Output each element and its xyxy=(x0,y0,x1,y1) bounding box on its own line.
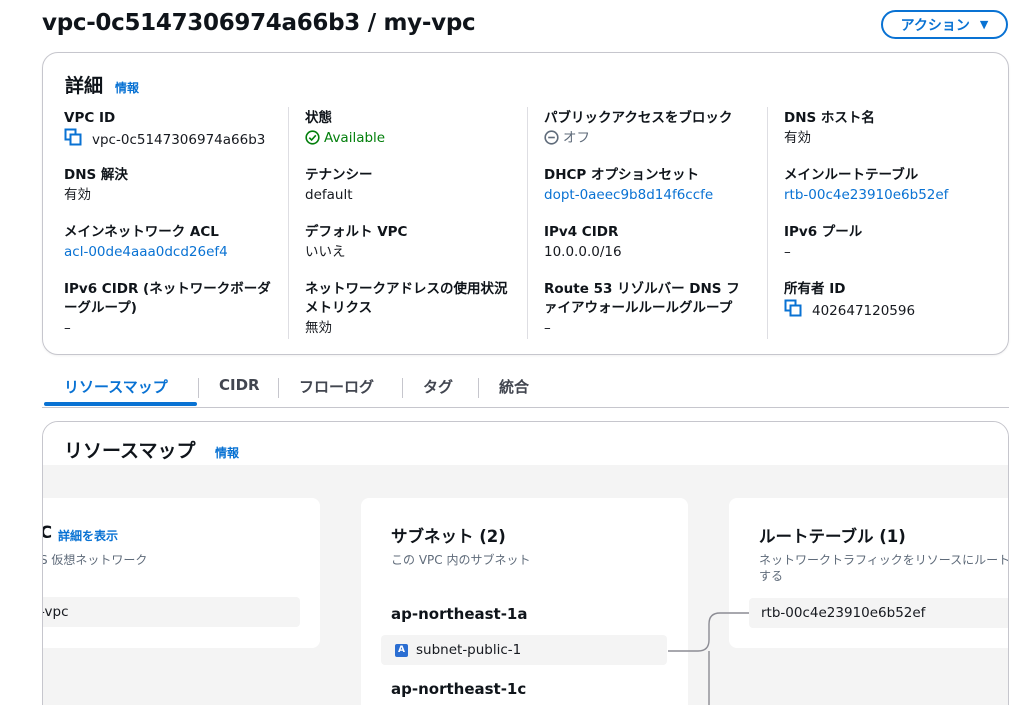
field-block-public-access: パブリックアクセスをブロック オフ xyxy=(544,109,754,151)
field-route53-dns-firewall: Route 53 リゾルバー DNS ファイアウォールルールグループ – xyxy=(544,280,749,338)
field-label: デフォルト VPC xyxy=(305,224,408,240)
details-column-3: パブリックアクセスをブロック オフ DHCP オプションセット dopt-0ae… xyxy=(527,107,740,339)
field-label: Route 53 リゾルバー DNS ファイアウォールルールグループ xyxy=(544,281,740,316)
field-owner-id: 所有者 ID 402647120596 xyxy=(784,280,994,323)
field-label: IPv6 CIDR (ネットワークボーダーグループ) xyxy=(64,281,271,316)
state-value: Available xyxy=(324,130,386,146)
dns-resolution-value: 有効 xyxy=(64,187,91,203)
default-vpc-value: いいえ xyxy=(305,244,346,260)
field-label: 所有者 ID xyxy=(784,281,846,297)
field-main-route-table: メインルートテーブル rtb-00c4e23910e6b52ef xyxy=(784,166,994,205)
field-label: メインネットワーク ACL xyxy=(64,224,219,240)
field-label: 状態 xyxy=(305,110,332,126)
field-label: DNS 解決 xyxy=(64,167,128,183)
field-state: 状態 Available xyxy=(305,109,515,151)
field-label: IPv4 CIDR xyxy=(544,224,619,240)
tab-divider xyxy=(198,378,199,398)
tab-bar: リソースマップ CIDR フローログ タグ 統合 xyxy=(42,372,1009,408)
field-ipv6-pool: IPv6 プール – xyxy=(784,223,994,262)
owner-id-value: 402647120596 xyxy=(812,303,916,319)
details-column-4: DNS ホスト名 有効 メインルートテーブル rtb-00c4e23910e6b… xyxy=(767,107,948,339)
ipv6-cidr-value: – xyxy=(64,320,71,336)
dhcp-option-set-link[interactable]: dopt-0aeec9b8d14f6ccfe xyxy=(544,185,754,205)
details-info-link[interactable]: 情報 xyxy=(115,79,139,96)
caret-down-icon: ▼ xyxy=(979,18,989,31)
subnet-to-route-connector xyxy=(668,612,749,652)
field-dns-hostnames: DNS ホスト名 有効 xyxy=(784,109,994,148)
tab-tags[interactable]: タグ xyxy=(423,376,453,397)
field-label: テナンシー xyxy=(305,167,373,183)
field-ipv6-cidr: IPv6 CIDR (ネットワークボーダーグループ) – xyxy=(64,280,279,338)
actions-dropdown-button[interactable]: アクション ▼ xyxy=(881,10,1008,39)
tab-divider xyxy=(278,378,279,398)
ipv4-cidr-value: 10.0.0.0/16 xyxy=(544,244,622,260)
field-ipv4-cidr: IPv4 CIDR 10.0.0.0/16 xyxy=(544,223,754,262)
field-label: メインルートテーブル xyxy=(784,167,919,183)
field-label: IPv6 プール xyxy=(784,224,863,240)
details-column-2: 状態 Available テナンシー default デフォルト VPC いいえ… xyxy=(288,107,508,339)
field-dhcp-option-set: DHCP オプションセット dopt-0aeec9b8d14f6ccfe xyxy=(544,166,754,205)
actions-label: アクション xyxy=(900,17,970,34)
network-address-metrics-value: 無効 xyxy=(305,320,332,336)
tab-divider xyxy=(478,378,479,398)
page-title: vpc-0c5147306974a66b3 / my-vpc xyxy=(42,10,476,36)
resource-map-panel: リソースマップ 情報 C 詳細を表示 S 仮想ネットワーク -vpc サブネット… xyxy=(42,421,1009,705)
field-label: DNS ホスト名 xyxy=(784,110,875,126)
details-heading: 詳細 xyxy=(65,75,104,97)
field-default-vpc: デフォルト VPC いいえ xyxy=(305,223,515,262)
field-label: ネットワークアドレスの使用状況メトリクス xyxy=(305,281,508,316)
field-dns-resolution: DNS 解決 有効 xyxy=(64,166,274,205)
field-label: パブリックアクセスをブロック xyxy=(544,110,733,126)
tenancy-value: default xyxy=(305,187,353,203)
copy-icon[interactable] xyxy=(784,299,804,323)
tab-cidr[interactable]: CIDR xyxy=(219,376,260,394)
field-main-network-acl: メインネットワーク ACL acl-00de4aaa0dcd26ef4 xyxy=(64,223,274,262)
main-route-table-link[interactable]: rtb-00c4e23910e6b52ef xyxy=(784,185,994,205)
details-panel: 詳細 情報 VPC ID vpc-0c5147306974a66b3 DNS 解… xyxy=(42,52,1009,355)
route53-dns-firewall-value: – xyxy=(544,320,551,336)
dns-hostnames-value: 有効 xyxy=(784,130,811,146)
minus-circle-icon xyxy=(544,130,559,151)
field-vpc-id: VPC ID vpc-0c5147306974a66b3 xyxy=(64,109,274,152)
field-network-address-metrics: ネットワークアドレスの使用状況メトリクス 無効 xyxy=(305,280,510,338)
field-label: VPC ID xyxy=(64,110,116,126)
main-network-acl-link[interactable]: acl-00de4aaa0dcd26ef4 xyxy=(64,242,274,262)
tab-integrations[interactable]: 統合 xyxy=(499,376,529,397)
field-tenancy: テナンシー default xyxy=(305,166,515,205)
tab-divider xyxy=(402,378,403,398)
field-label: DHCP オプションセット xyxy=(544,167,700,183)
resource-map-connectors xyxy=(668,612,749,705)
active-tab-indicator xyxy=(44,402,197,406)
copy-icon[interactable] xyxy=(64,128,84,152)
vpc-id-value: vpc-0c5147306974a66b3 xyxy=(92,132,266,148)
ipv6-pool-value: – xyxy=(784,244,791,260)
block-public-access-value: オフ xyxy=(563,130,590,146)
check-circle-icon xyxy=(305,130,320,151)
tab-flow-logs[interactable]: フローログ xyxy=(299,376,374,397)
tab-resource-map[interactable]: リソースマップ xyxy=(64,376,168,397)
